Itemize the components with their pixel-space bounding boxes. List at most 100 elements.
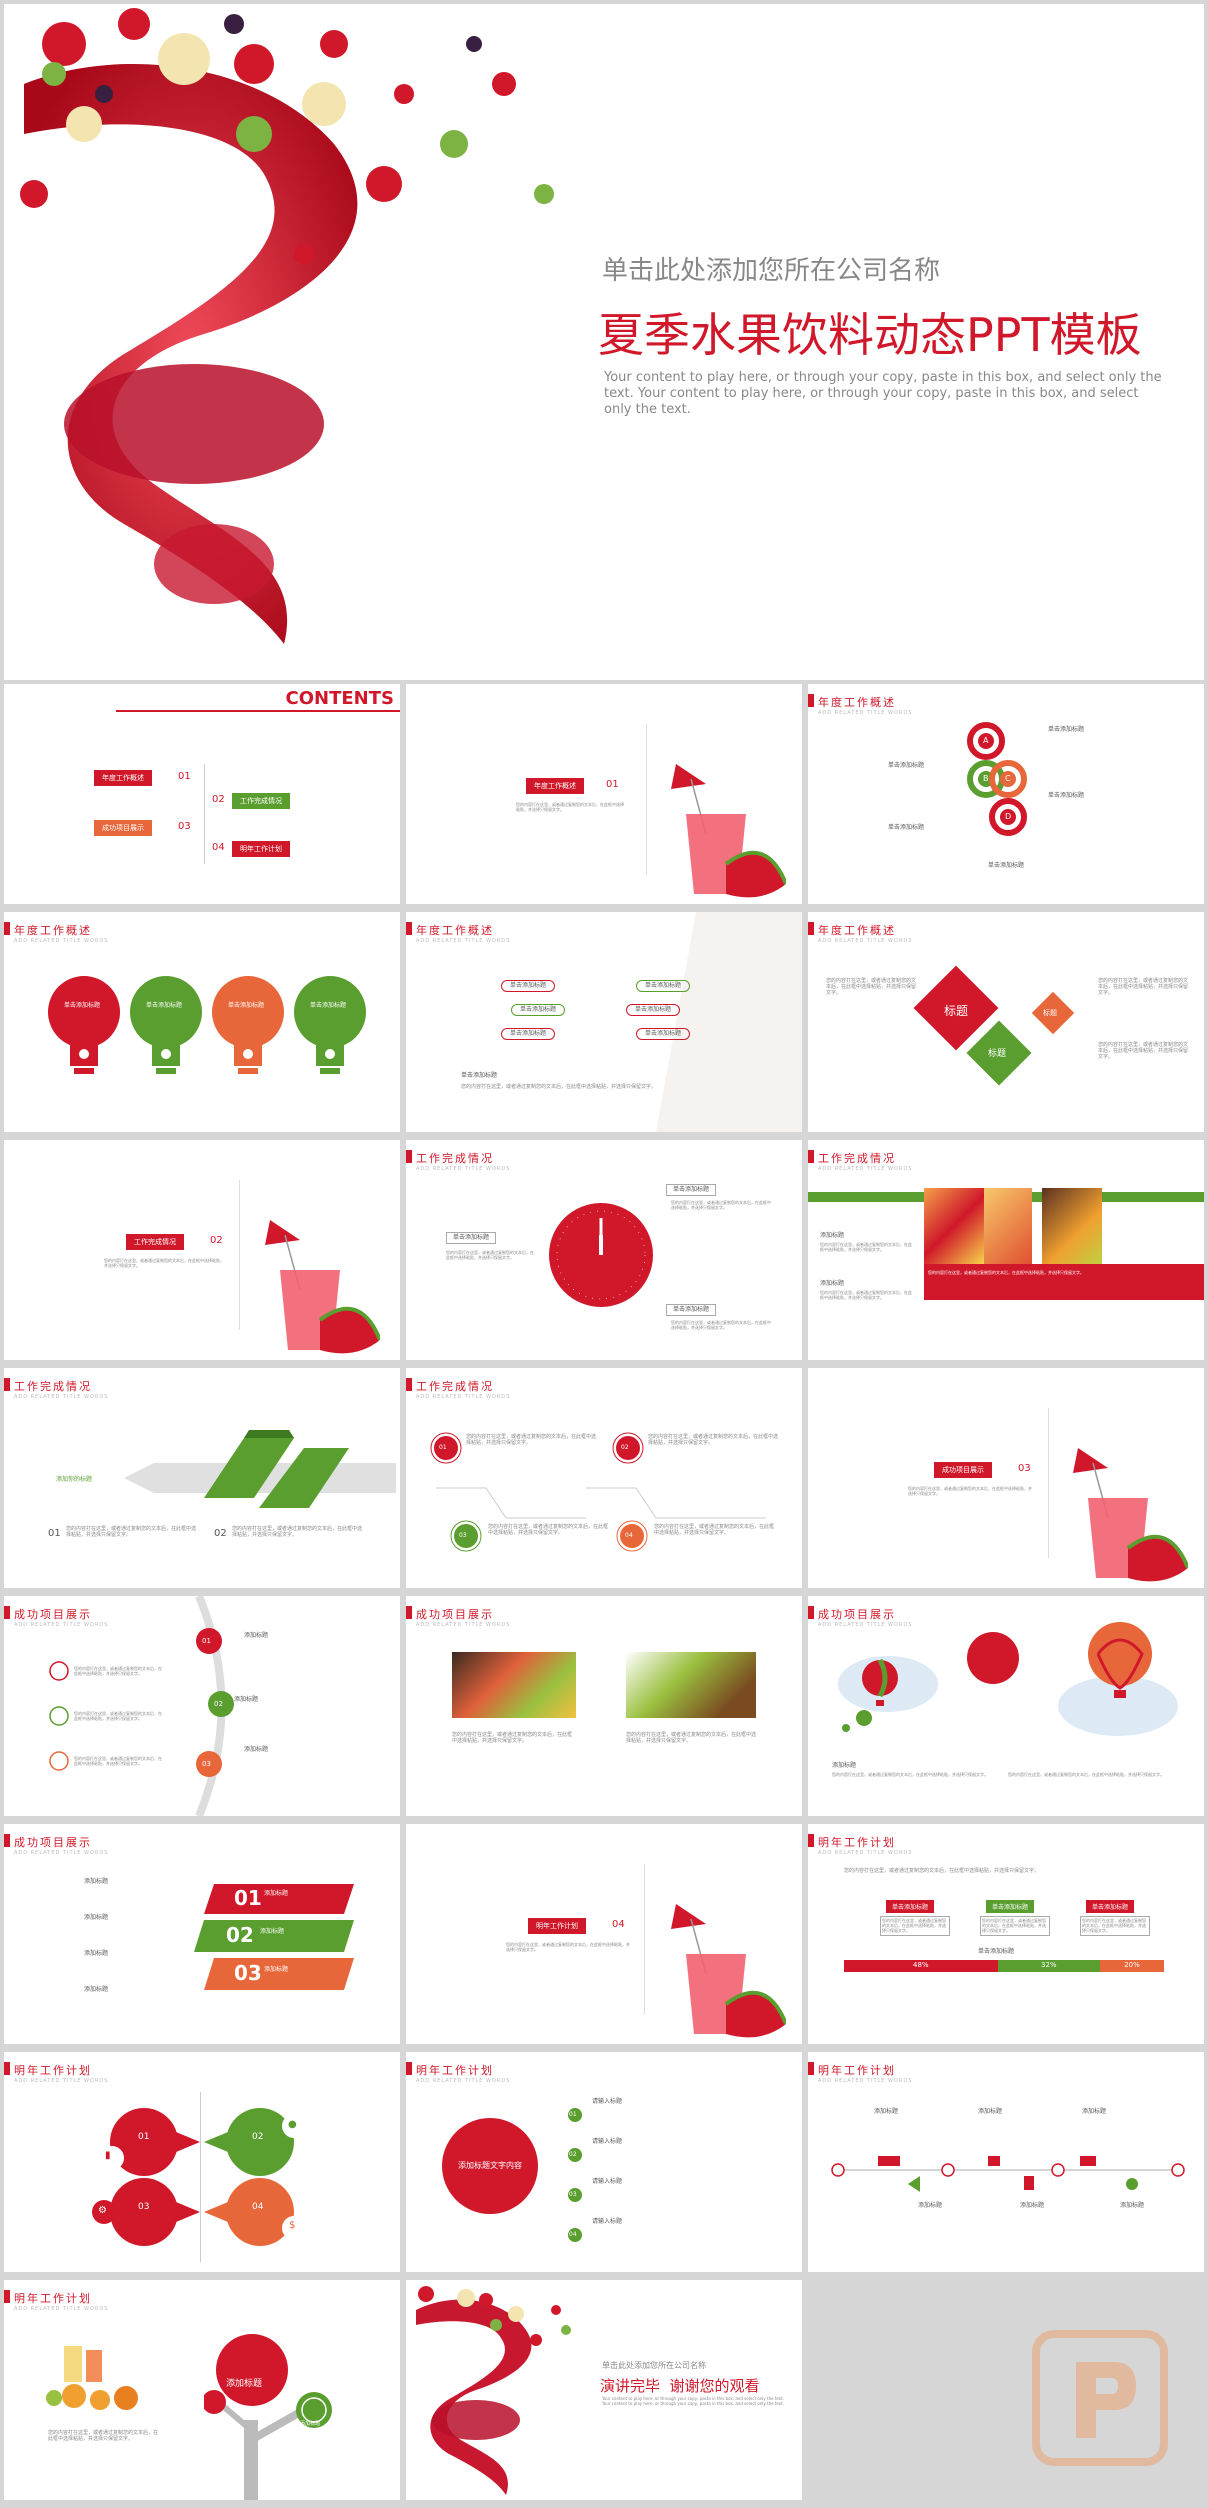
plan-card-1[interactable]: 单击添加标题: [886, 1900, 935, 1913]
annual-diamond-slide[interactable]: 年度工作概述 ADD RELATED TITLE WORDS 标题 标题 标题 …: [808, 912, 1204, 1132]
list-item-6[interactable]: 单击添加标题: [636, 1028, 691, 1040]
clock-desc-2: 您的内容打在这里，或者通过复制您的文本后，在此框中选择粘贴，并选择只保留文字。: [446, 1250, 534, 1260]
section-4-label[interactable]: 明年工作计划: [528, 1918, 586, 1934]
photos-desc-1: 您的内容打在这里，或者通过复制您的文本后，在此框中选择粘贴，并选择只保留文字。: [820, 1242, 912, 1252]
diamond-desc-3: 您的内容打在这里，或者通过复制您的文本后，在此框中选择粘贴，并选择只保留文字。: [1098, 1042, 1189, 1060]
abcd-b: B: [983, 774, 989, 783]
tree-icon: [204, 2334, 332, 2500]
contents-divider: [204, 764, 205, 864]
success-photos-slide[interactable]: 成功项目展示 ADD RELATED TITLE WORDS 您的内容打在这里，…: [406, 1596, 802, 1816]
contents-item-4[interactable]: 明年工作计划: [232, 841, 290, 857]
contents-num-4: 04: [212, 842, 225, 853]
plan-timeline-slide[interactable]: 明年工作计划 ADD RELATED TITLE WORDS 添加标题 添加标题…: [808, 2052, 1204, 2272]
zigzag-timeline: [430, 1432, 766, 1552]
plan-list-num-4: 04: [569, 2231, 577, 2238]
contents-slide[interactable]: CONTENTS 年度工作概述 01 02 工作完成情况 成功项目展示 03 0…: [4, 684, 400, 904]
section-1-label[interactable]: 年度工作概述: [526, 778, 584, 794]
cover-title[interactable]: 夏季水果饮料动态PPT模板: [598, 299, 1142, 365]
chart-icon: ▮: [105, 2150, 111, 2161]
plan-list-title-3: 请输入标题: [592, 2178, 623, 2185]
step-num-1: 01: [234, 1886, 262, 1910]
cover-desc[interactable]: Your content to play here, or through yo…: [604, 370, 1164, 418]
diamond-title-3: 标题: [1043, 1009, 1057, 1017]
done-timeline-slide[interactable]: 工作完成情况 ADD RELATED TITLE WORDS 01 02 03 …: [406, 1368, 802, 1588]
plan-bubbles-slide[interactable]: 明年工作计划 ADD RELATED TITLE WORDS 01 02 03 …: [4, 2052, 400, 2272]
section-3-slide[interactable]: 成功项目展示 03 您的内容打在这里，或者通过复制您的文本后，在此框中选择粘贴，…: [808, 1368, 1204, 1588]
diamond-desc-2: 您的内容打在这里，或者通过复制您的文本后，在此框中选择粘贴，并选择只保留文字。: [1098, 978, 1189, 996]
list-item-4[interactable]: 单击添加标题: [636, 980, 691, 992]
plan-progress-slide[interactable]: 明年工作计划 ADD RELATED TITLE WORDS 您的内容打在这里，…: [808, 1824, 1204, 2044]
plan-progress-desc: 您的内容打在这里，或者通过复制您的文本后，在此框中选择粘贴，并选择只保留文字。: [844, 1868, 1040, 1874]
section-1-num: 01: [606, 779, 619, 790]
plan-card-2[interactable]: 单击添加标题: [986, 1900, 1035, 1913]
bulb-title-1: 单击添加标题: [64, 1002, 101, 1009]
plan-list-title-1: 请输入标题: [592, 2098, 623, 2105]
success-steps-slide[interactable]: 成功项目展示 ADD RELATED TITLE WORDS 01 02 03 …: [4, 1824, 400, 2044]
steps-left-title-3: 添加标题: [84, 1950, 109, 1957]
photo-juice: [626, 1652, 756, 1718]
contents-item-3[interactable]: 成功项目展示: [94, 820, 152, 836]
list-bottom-desc: 您的内容打在这里，或者通过复制您的文本后，在此框中选择粘贴，并选择只保留文字。: [461, 1084, 657, 1090]
photo-drinks-2: [984, 1188, 1032, 1264]
progress-segment-1: 48%: [844, 1960, 998, 1972]
plan-card-3[interactable]: 单击添加标题: [1086, 1900, 1135, 1913]
plan-tree-slide[interactable]: 明年工作计划 ADD RELATED TITLE WORDS 您的内容打在这里，…: [4, 2280, 400, 2500]
clock-desc-3: 您的内容打在这里，或者通过复制您的文本后，在此框中选择粘贴，并选择只保留文字。: [671, 1320, 771, 1330]
plan-bar-title: 单击添加标题: [978, 1948, 1015, 1955]
photos-desc-2: 您的内容打在这里，或者通过复制您的文本后，在此框中选择粘贴，并选择只保留文字。: [820, 1290, 912, 1300]
list-item-3[interactable]: 单击添加标题: [501, 1028, 556, 1040]
curve-desc-1: 您的内容打在这里，或者通过复制您的文本后，在此框中选择粘贴，并选择只保留文字。: [74, 1666, 162, 1676]
section-1-desc: 您的内容打在这里，或者通过复制您的文本后，在此框中选择粘贴，并选择只保留文字。: [516, 802, 624, 812]
section-1-slide[interactable]: 年度工作概述 01 您的内容打在这里，或者通过复制您的文本后，在此框中选择粘贴，…: [406, 684, 802, 904]
timeline-num-3: 03: [459, 1532, 467, 1539]
photo-cocktails: [452, 1652, 576, 1718]
arrow-desc-1: 您的内容打在这里，或者通过复制您的文本后，在此框中选择粘贴，并选择只保留文字。: [66, 1526, 197, 1538]
done-arrow-subtitle: ADD RELATED TITLE WORDS: [14, 1394, 109, 1400]
done-photos-subtitle: ADD RELATED TITLE WORDS: [818, 1166, 913, 1172]
done-arrow-slide[interactable]: 工作完成情况 ADD RELATED TITLE WORDS 添加你的标题 01…: [4, 1368, 400, 1588]
cover-company[interactable]: 单击此处添加您所在公司名称: [602, 250, 940, 287]
section-2-label[interactable]: 工作完成情况: [126, 1234, 184, 1250]
contents-num-1: 01: [178, 771, 191, 782]
done-photos-slide[interactable]: 工作完成情况 ADD RELATED TITLE WORDS 您的内容打在这里，…: [808, 1140, 1204, 1360]
ending-slide[interactable]: 单击此处添加您所在公司名称 演讲完毕 谢谢您的观看 Your content t…: [406, 2280, 802, 2500]
annual-abcd-slide[interactable]: 年度工作概述 ADD RELATED TITLE WORDS A B C D 单…: [808, 684, 1204, 904]
section-2-slide[interactable]: 工作完成情况 02 您的内容打在这里，或者通过复制您的文本后，在此框中选择粘贴，…: [4, 1140, 400, 1360]
bubble-num-2: 02: [252, 2132, 264, 2142]
steps-left-title-4: 添加标题: [84, 1986, 109, 1993]
list-item-2[interactable]: 单击添加标题: [511, 1004, 566, 1016]
timeline-num-2: 02: [621, 1444, 629, 1451]
timeline-desc-3: 您的内容打在这里，或者通过复制您的文本后，在此框中选择粘贴，并选择只保留文字。: [488, 1524, 609, 1536]
section-2-num: 02: [210, 1235, 223, 1246]
photos-title-1: 添加标题: [820, 1232, 845, 1239]
section-3-desc: 您的内容打在这里，或者通过复制您的文本后，在此框中选择粘贴，并选择只保留文字。: [908, 1486, 1032, 1496]
section-4-desc: 您的内容打在这里，或者通过复制您的文本后，在此框中选择粘贴，并选择只保留文字。: [506, 1942, 630, 1952]
annual-list-header: 年度工作概述: [406, 922, 494, 937]
fruit-splash-illustration: [416, 2286, 571, 2495]
progress-value-3: 20%: [1124, 1961, 1140, 1969]
photo-drinks-1: [924, 1188, 984, 1264]
section-3-label[interactable]: 成功项目展示: [934, 1462, 992, 1478]
lightbulb-icon: [48, 976, 366, 1074]
contents-item-2[interactable]: 工作完成情况: [232, 793, 290, 809]
done-clock-slide[interactable]: 工作完成情况 ADD RELATED TITLE WORDS 单击添加标题 单击…: [406, 1140, 802, 1360]
tree-desc: 您的内容打在这里，或者通过复制您的文本后，在此框中选择粘贴，并选择只保留文字。: [48, 2430, 159, 2442]
list-item-1[interactable]: 单击添加标题: [501, 980, 556, 992]
contents-num-3: 03: [178, 821, 191, 832]
plan-list-slide[interactable]: 明年工作计划 ADD RELATED TITLE WORDS 添加标题文字内容 …: [406, 2052, 802, 2272]
done-clock-subtitle: ADD RELATED TITLE WORDS: [416, 1166, 511, 1172]
contents-num-2: 02: [212, 794, 225, 805]
success-photos-subtitle: ADD RELATED TITLE WORDS: [416, 1622, 511, 1628]
cover-slide[interactable]: 单击此处添加您所在公司名称 夏季水果饮料动态PPT模板 Your content…: [4, 4, 1204, 680]
list-item-5[interactable]: 单击添加标题: [626, 1004, 681, 1016]
annual-list-slide[interactable]: 年度工作概述 ADD RELATED TITLE WORDS 单击添加标题 单击…: [406, 912, 802, 1132]
success-balloons-slide[interactable]: 成功项目展示 ADD RELATED TITLE WORDS 添加标题 您的内容…: [808, 1596, 1204, 1816]
plan-tl-title-4: 添加标题: [918, 2202, 943, 2209]
drink-icon: [265, 1220, 380, 1354]
annual-bulbs-slide[interactable]: 年度工作概述 ADD RELATED TITLE WORDS 单击添加标题 单击…: [4, 912, 400, 1132]
curve-graphic: [49, 1596, 234, 1816]
tree-sub-title: 添加标题: [300, 2421, 321, 2427]
contents-item-1[interactable]: 年度工作概述: [94, 770, 152, 786]
success-curve-slide[interactable]: 成功项目展示 ADD RELATED TITLE WORDS 01 02 03 …: [4, 1596, 400, 1816]
section-4-slide[interactable]: 明年工作计划 04 您的内容打在这里，或者通过复制您的文本后，在此框中选择粘贴，…: [406, 1824, 802, 2044]
